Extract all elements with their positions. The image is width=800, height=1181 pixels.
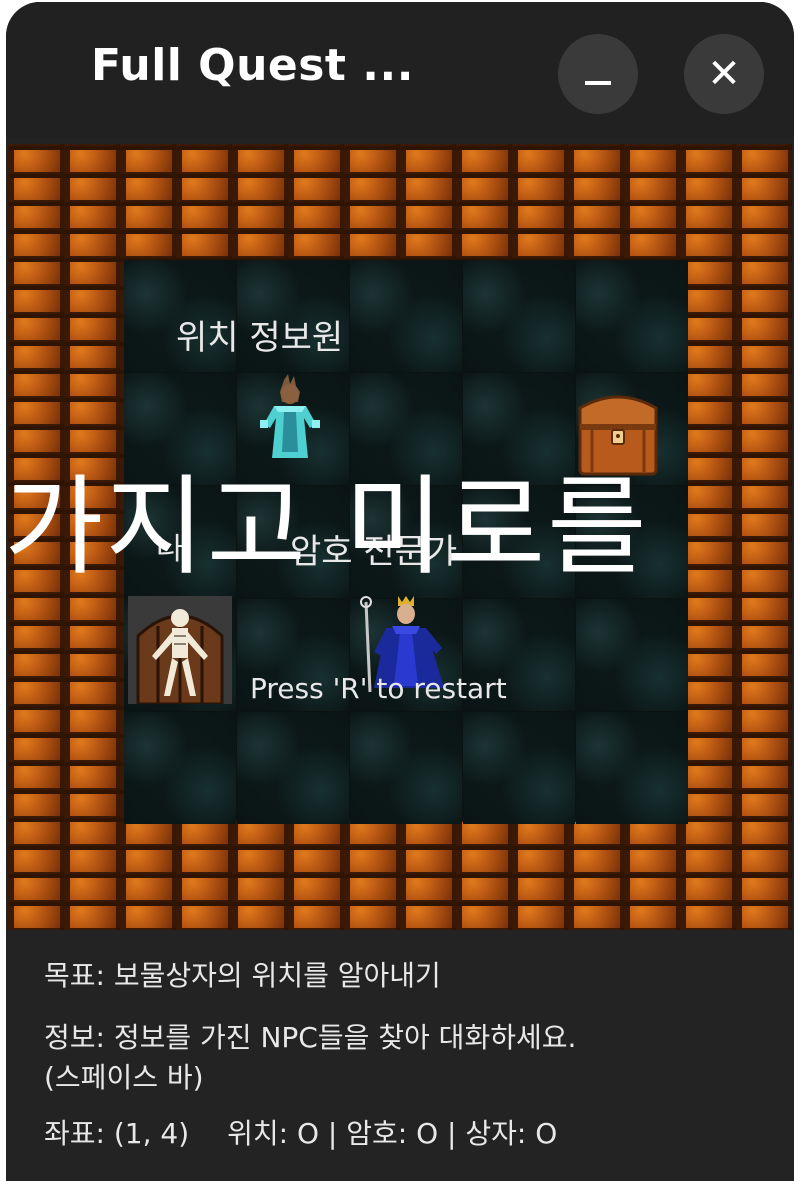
info-panel: 목표: 보물상자의 위치를 알아내기 정보: 정보를 가진 NPC들을 찾아 대… <box>6 930 794 1181</box>
floor-tile <box>124 712 236 824</box>
floor-tile <box>237 712 349 824</box>
floor-tile <box>576 712 688 824</box>
floor-tile <box>463 260 575 372</box>
minimize-button[interactable] <box>558 34 638 114</box>
game-board[interactable]: 위치 정보원 나 암호 전문가 가지고 미로를 Press 'R' to res… <box>6 144 792 930</box>
coords-text: 좌표: (1, 4) <box>44 1117 190 1150</box>
window-title: Full Quest ... <box>91 40 414 91</box>
progress-status: 위치: O | 암호: O | 상자: O <box>227 1117 558 1150</box>
goal-text: 목표: 보물상자의 위치를 알아내기 <box>44 959 441 992</box>
game-window: Full Quest ... ✕ 위치 정보원 나 암호 전문가 가지고 미로를… <box>6 2 794 1181</box>
floor-tile <box>576 599 688 711</box>
close-button[interactable]: ✕ <box>684 34 764 114</box>
hint-key-text: (스페이스 바) <box>44 1061 204 1094</box>
floor-tile <box>463 712 575 824</box>
floor-tile <box>350 712 462 824</box>
status-line: 좌표: (1, 4) 위치: O | 암호: O | 상자: O <box>44 1112 557 1152</box>
close-icon: ✕ <box>707 51 741 97</box>
player-skeleton[interactable] <box>128 596 232 704</box>
location-informant-npc[interactable] <box>244 372 336 464</box>
minimize-icon <box>585 81 611 85</box>
hint-text: 정보: 정보를 가진 NPC들을 찾아 대화하세요. <box>44 1021 577 1054</box>
title-bar: Full Quest ... ✕ <box>6 2 794 138</box>
npc-location-label: 위치 정보원 <box>176 318 344 358</box>
floor-tile <box>350 260 462 372</box>
floor-tile <box>576 260 688 372</box>
restart-hint: Press 'R' to restart <box>250 672 507 705</box>
overlay-message: 가지고 미로를 <box>6 465 649 590</box>
